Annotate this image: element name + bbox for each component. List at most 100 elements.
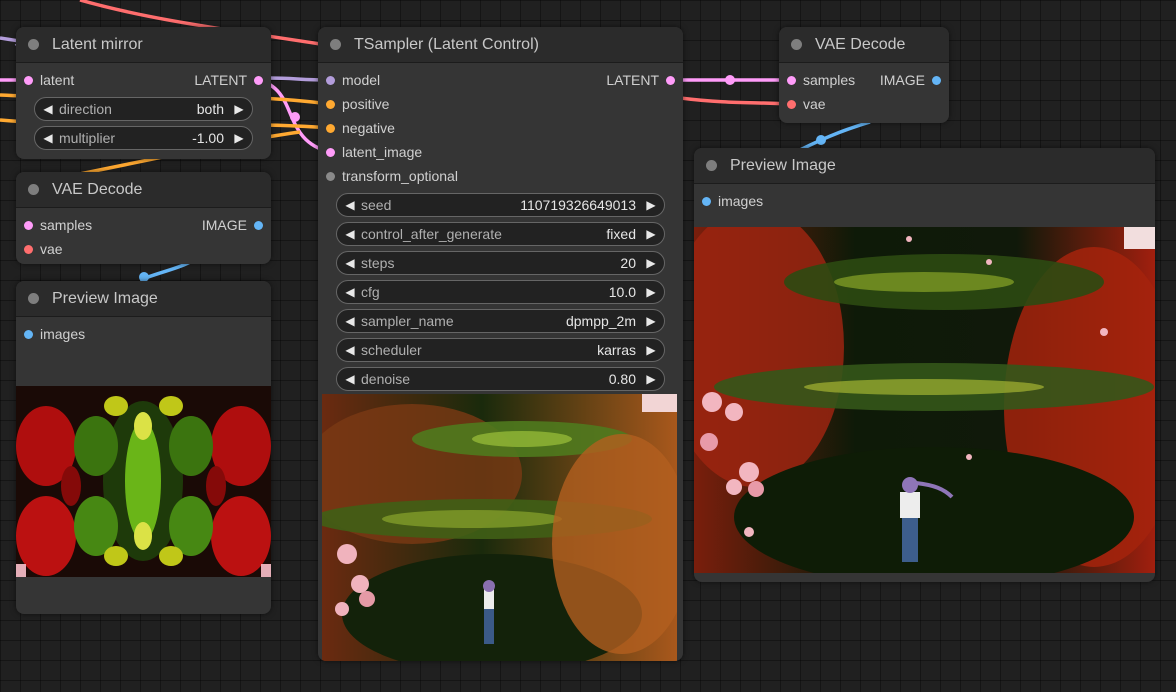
wire-midpoint[interactable] xyxy=(290,112,300,122)
left-arrow-icon[interactable]: ◀ xyxy=(343,343,357,357)
conditioning-slot-dot-icon[interactable] xyxy=(326,99,335,109)
widget-steps[interactable]: ◀ steps 20 ▶ xyxy=(336,251,665,275)
preview-image-right[interactable] xyxy=(694,227,1155,573)
widget-direction[interactable]: ◀ direction both ▶ xyxy=(34,97,253,121)
widget-value[interactable]: -1.00 xyxy=(192,130,224,146)
right-arrow-icon[interactable]: ▶ xyxy=(644,285,658,299)
widget-seed[interactable]: ◀ seed 110719326649013 ▶ xyxy=(336,193,665,217)
collapse-dot-icon[interactable] xyxy=(28,293,39,304)
tsampler-node[interactable]: TSampler (Latent Control) model LATENT p… xyxy=(318,27,683,661)
input-slot-images[interactable]: images xyxy=(694,193,763,209)
widget-denoise[interactable]: ◀ denoise 0.80 ▶ xyxy=(336,367,665,391)
latent-slot-dot-icon[interactable] xyxy=(24,220,33,230)
input-slot-vae[interactable]: vae xyxy=(16,241,63,257)
preview-image-left[interactable] xyxy=(16,386,271,577)
left-arrow-icon[interactable]: ◀ xyxy=(41,102,55,116)
preview-image-right-node[interactable]: Preview Image images xyxy=(694,148,1155,582)
model-slot-dot-icon[interactable] xyxy=(326,75,335,85)
right-arrow-icon[interactable]: ▶ xyxy=(644,198,658,212)
output-slot-image[interactable]: IMAGE xyxy=(202,217,271,233)
tsampler-latent-preview[interactable] xyxy=(322,394,677,661)
latent-mirror-title[interactable]: Latent mirror xyxy=(16,27,271,63)
left-arrow-icon[interactable]: ◀ xyxy=(343,227,357,241)
widget-cfg[interactable]: ◀ cfg 10.0 ▶ xyxy=(336,280,665,304)
preview-left-title[interactable]: Preview Image xyxy=(16,281,271,317)
input-slot-negative[interactable]: negative xyxy=(318,120,395,136)
widget-sampler-name[interactable]: ◀ sampler_name dpmpp_2m ▶ xyxy=(336,309,665,333)
vae-decode-left-title[interactable]: VAE Decode xyxy=(16,172,271,208)
node-title-text: Latent mirror xyxy=(52,35,143,53)
left-arrow-icon[interactable]: ◀ xyxy=(343,285,357,299)
vae-decode-right-title[interactable]: VAE Decode xyxy=(779,27,949,63)
right-arrow-icon[interactable]: ▶ xyxy=(232,102,246,116)
vae-decode-right-node[interactable]: VAE Decode samples IMAGE vae xyxy=(779,27,949,123)
right-arrow-icon[interactable]: ▶ xyxy=(644,256,658,270)
widget-control-after-generate[interactable]: ◀ control_after_generate fixed ▶ xyxy=(336,222,665,246)
right-arrow-icon[interactable]: ▶ xyxy=(644,314,658,328)
widget-scheduler[interactable]: ◀ scheduler karras ▶ xyxy=(336,338,665,362)
wire-midpoint-3[interactable] xyxy=(816,135,826,145)
slot-label: LATENT xyxy=(606,72,659,88)
widget-value[interactable]: 20 xyxy=(620,255,636,271)
latent-slot-dot-icon[interactable] xyxy=(24,75,33,85)
node-graph-canvas[interactable]: Latent mirror latent LATENT ◀ direction … xyxy=(0,0,1176,692)
collapse-dot-icon[interactable] xyxy=(28,39,39,50)
slot-row-vae: vae xyxy=(779,92,949,116)
widget-value[interactable]: 0.80 xyxy=(609,371,636,387)
vae-slot-dot-icon[interactable] xyxy=(24,244,33,254)
latent-slot-dot-icon[interactable] xyxy=(666,75,675,85)
wire-vae-right[interactable] xyxy=(679,96,791,106)
widget-value[interactable]: 110719326649013 xyxy=(520,197,636,213)
collapse-dot-icon[interactable] xyxy=(28,184,39,195)
latent-slot-dot-icon[interactable] xyxy=(326,147,335,157)
output-slot-image[interactable]: IMAGE xyxy=(880,72,949,88)
conditioning-slot-dot-icon[interactable] xyxy=(326,123,335,133)
input-slot-transform-optional[interactable]: transform_optional xyxy=(318,168,458,184)
tsampler-title[interactable]: TSampler (Latent Control) xyxy=(318,27,683,63)
left-arrow-icon[interactable]: ◀ xyxy=(343,198,357,212)
left-arrow-icon[interactable]: ◀ xyxy=(343,372,357,386)
output-slot-latent[interactable]: LATENT xyxy=(194,72,271,88)
left-arrow-icon[interactable]: ◀ xyxy=(343,256,357,270)
right-arrow-icon[interactable]: ▶ xyxy=(232,131,246,145)
widget-value[interactable]: karras xyxy=(597,342,636,358)
input-slot-images[interactable]: images xyxy=(16,326,85,342)
generic-slot-dot-icon[interactable] xyxy=(326,171,335,181)
slot-row-model: model LATENT xyxy=(318,68,683,92)
wire-image-left[interactable] xyxy=(139,260,191,282)
collapse-dot-icon[interactable] xyxy=(330,39,341,50)
left-arrow-icon[interactable]: ◀ xyxy=(41,131,55,145)
collapse-dot-icon[interactable] xyxy=(706,160,717,171)
image-slot-dot-icon[interactable] xyxy=(254,220,263,230)
right-arrow-icon[interactable]: ▶ xyxy=(644,227,658,241)
input-slot-samples[interactable]: samples xyxy=(779,72,855,88)
collapse-dot-icon[interactable] xyxy=(791,39,802,50)
latent-mirror-node[interactable]: Latent mirror latent LATENT ◀ direction … xyxy=(16,27,271,159)
left-arrow-icon[interactable]: ◀ xyxy=(343,314,357,328)
wire-midpoint-2[interactable] xyxy=(725,75,735,85)
widget-value[interactable]: 10.0 xyxy=(609,284,636,300)
input-slot-model[interactable]: model xyxy=(318,72,380,88)
input-slot-positive[interactable]: positive xyxy=(318,96,389,112)
input-slot-latent[interactable]: latent xyxy=(16,72,74,88)
wire-image-right[interactable] xyxy=(799,120,871,152)
widget-multiplier[interactable]: ◀ multiplier -1.00 ▶ xyxy=(34,126,253,150)
vae-decode-left-node[interactable]: VAE Decode samples IMAGE vae xyxy=(16,172,271,264)
vae-slot-dot-icon[interactable] xyxy=(787,99,796,109)
latent-slot-dot-icon[interactable] xyxy=(787,75,796,85)
output-slot-latent[interactable]: LATENT xyxy=(606,72,683,88)
right-arrow-icon[interactable]: ▶ xyxy=(644,343,658,357)
preview-right-title[interactable]: Preview Image xyxy=(694,148,1155,184)
input-slot-samples[interactable]: samples xyxy=(16,217,92,233)
widget-value[interactable]: both xyxy=(197,101,224,117)
latent-slot-dot-icon[interactable] xyxy=(254,75,263,85)
image-slot-dot-icon[interactable] xyxy=(24,329,33,339)
right-arrow-icon[interactable]: ▶ xyxy=(644,372,658,386)
widget-value[interactable]: fixed xyxy=(606,226,636,242)
image-slot-dot-icon[interactable] xyxy=(932,75,941,85)
input-slot-vae[interactable]: vae xyxy=(779,96,826,112)
input-slot-latent-image[interactable]: latent_image xyxy=(318,144,422,160)
image-slot-dot-icon[interactable] xyxy=(702,196,711,206)
widget-value[interactable]: dpmpp_2m xyxy=(566,313,636,329)
preview-image-left-node[interactable]: Preview Image images xyxy=(16,281,271,614)
